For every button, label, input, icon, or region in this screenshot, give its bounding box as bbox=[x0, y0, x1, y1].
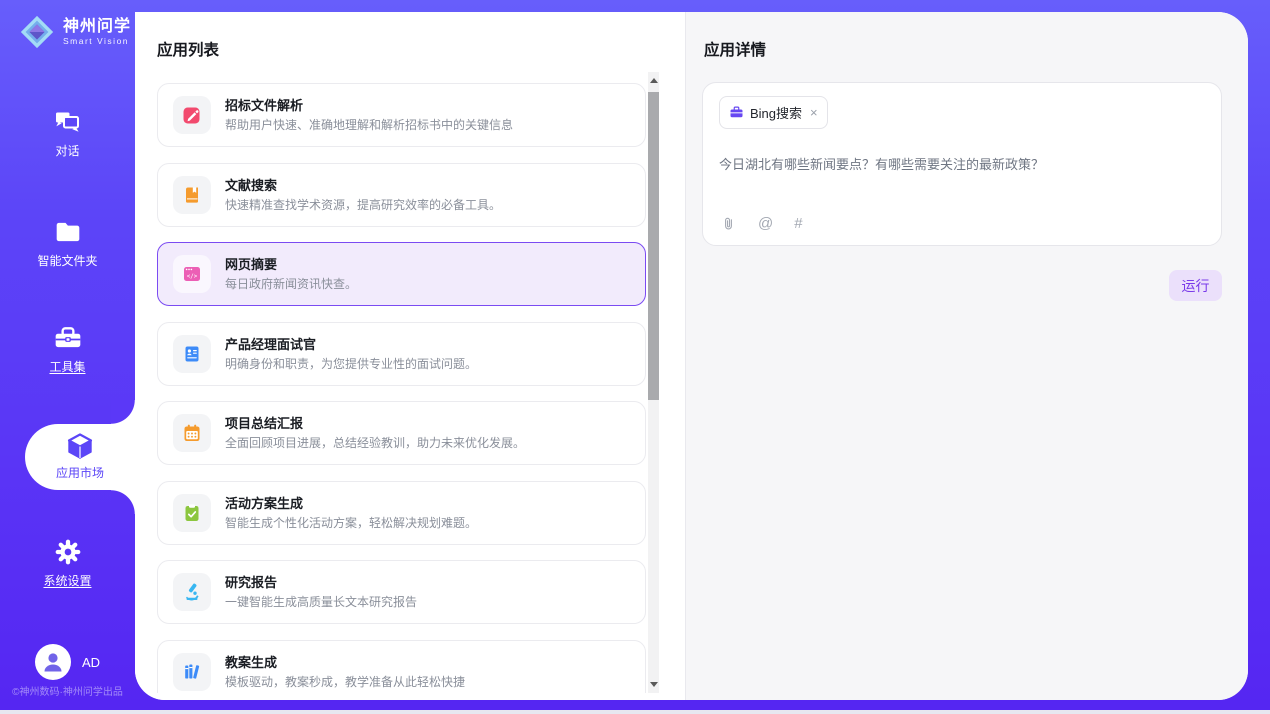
close-icon[interactable]: × bbox=[810, 108, 818, 118]
app-list-title: 应用列表 bbox=[157, 38, 219, 60]
sidebar-item-label: 对话 bbox=[0, 142, 135, 159]
app-list-panel: 应用列表 招标文件解析 帮助用户快速、准确地理解和解析招标书中的关键信息 bbox=[135, 12, 686, 700]
sidebar-item-label: 智能文件夹 bbox=[0, 252, 135, 269]
app-name: 教案生成 bbox=[225, 655, 465, 670]
app-name: 项目总结汇报 bbox=[225, 416, 525, 431]
avatar bbox=[35, 644, 71, 680]
svg-text:</>: </> bbox=[187, 274, 198, 280]
app-desc: 帮助用户快速、准确地理解和解析招标书中的关键信息 bbox=[225, 118, 513, 132]
app-name: 网页摘要 bbox=[225, 257, 357, 272]
brand-logo: 神州问学 Smart Vision bbox=[18, 13, 131, 51]
app-card-bid-analysis[interactable]: 招标文件解析 帮助用户快速、准确地理解和解析招标书中的关键信息 bbox=[157, 83, 646, 147]
scrollbar-thumb[interactable] bbox=[648, 92, 659, 400]
resume-icon bbox=[173, 335, 211, 373]
app-detail-title: 应用详情 bbox=[704, 38, 766, 60]
app-card-event-plan[interactable]: 活动方案生成 智能生成个性化活动方案，轻松解决规划难题。 bbox=[157, 481, 646, 545]
briefcase-icon bbox=[729, 105, 744, 120]
app-desc: 模板驱动，教案秒成，教学准备从此轻松快捷 bbox=[225, 675, 465, 689]
app-list: 招标文件解析 帮助用户快速、准确地理解和解析招标书中的关键信息 bbox=[157, 72, 646, 693]
sidebar-item-app-market[interactable]: 应用市场 bbox=[25, 424, 135, 490]
app-card-web-summary[interactable]: </> 网页摘要 每日政府新闻资讯快查。 bbox=[157, 242, 646, 306]
app-name: 招标文件解析 bbox=[225, 98, 513, 113]
mention-icon[interactable]: @ bbox=[758, 216, 773, 232]
sidebar-item-label: 系统设置 bbox=[0, 572, 135, 589]
gear-icon bbox=[53, 538, 83, 566]
chat-icon bbox=[53, 108, 83, 136]
main-content: 应用列表 招标文件解析 帮助用户快速、准确地理解和解析招标书中的关键信息 bbox=[135, 12, 1248, 700]
app-card-literature-search[interactable]: 文献搜索 快速精准查找学术资源，提高研究效率的必备工具。 bbox=[157, 163, 646, 227]
clipboard-check-icon bbox=[173, 494, 211, 532]
app-desc: 快速精准查找学术资源，提高研究效率的必备工具。 bbox=[225, 198, 501, 212]
scrollbar-up-arrow[interactable] bbox=[648, 74, 659, 88]
prompt-input[interactable]: 今日湖北有哪些新闻要点？有哪些需要关注的最新政策？ bbox=[719, 154, 1205, 173]
app-desc: 智能生成个性化活动方案，轻松解决规划难题。 bbox=[225, 516, 477, 530]
person-icon bbox=[35, 644, 71, 680]
app-desc: 明确身份和职责，为您提供专业性的面试问题。 bbox=[225, 357, 477, 371]
books-icon bbox=[173, 653, 211, 691]
logo-diamond-icon bbox=[18, 13, 56, 51]
sidebar-item-label: 工具集 bbox=[0, 358, 135, 375]
app-name: 产品经理面试官 bbox=[225, 337, 477, 352]
run-button[interactable]: 运行 bbox=[1169, 270, 1222, 301]
app-card-pm-interviewer[interactable]: 产品经理面试官 明确身份和职责，为您提供专业性的面试问题。 bbox=[157, 322, 646, 386]
tool-chip-bing-search[interactable]: Bing搜索 × bbox=[719, 96, 828, 129]
browser-code-icon: </> bbox=[173, 255, 211, 293]
app-detail-panel: 应用详情 Bing搜索 × 今日湖北有哪些新闻要点？有哪些需要关注的最新政策？ bbox=[686, 12, 1248, 700]
scrollbar-track[interactable] bbox=[648, 72, 659, 693]
app-desc: 每日政府新闻资讯快查。 bbox=[225, 277, 357, 291]
input-toolbar: @ # bbox=[720, 215, 803, 233]
user-account[interactable]: AD bbox=[0, 644, 135, 680]
user-name: AD bbox=[82, 655, 100, 670]
sidebar-item-label: 应用市场 bbox=[56, 466, 104, 480]
pen-edit-icon bbox=[173, 96, 211, 134]
brand-subtitle: Smart Vision bbox=[63, 36, 131, 46]
app-window: 神州问学 Smart Vision 对话 智能文件夹 bbox=[0, 0, 1270, 714]
app-desc: 全面回顾项目进展，总结经验教训，助力未来优化发展。 bbox=[225, 436, 525, 450]
app-card-lesson-plan[interactable]: 教案生成 模板驱动，教案秒成，教学准备从此轻松快捷 bbox=[157, 640, 646, 694]
hash-icon[interactable]: # bbox=[794, 216, 802, 232]
app-name: 研究报告 bbox=[225, 575, 417, 590]
sidebar-item-chat[interactable]: 对话 bbox=[0, 108, 135, 159]
brand-name: 神州问学 bbox=[63, 18, 131, 36]
toolbox-icon bbox=[53, 324, 83, 352]
app-card-project-report[interactable]: 项目总结汇报 全面回顾项目进展，总结经验教训，助力未来优化发展。 bbox=[157, 401, 646, 465]
cube-icon bbox=[64, 431, 96, 461]
calendar-icon bbox=[173, 414, 211, 452]
copyright-footer: ©神州数码·神州问学出品 bbox=[0, 683, 135, 698]
sidebar-item-smart-folder[interactable]: 智能文件夹 bbox=[0, 218, 135, 269]
sidebar-item-settings[interactable]: 系统设置 bbox=[0, 538, 135, 589]
sidebar-item-toolset[interactable]: 工具集 bbox=[0, 324, 135, 375]
microscope-icon bbox=[173, 573, 211, 611]
folder-icon bbox=[53, 218, 83, 246]
app-desc: 一键智能生成高质量长文本研究报告 bbox=[225, 595, 417, 609]
prompt-card: Bing搜索 × 今日湖北有哪些新闻要点？有哪些需要关注的最新政策？ @ # bbox=[702, 82, 1222, 246]
app-card-research-report[interactable]: 研究报告 一键智能生成高质量长文本研究报告 bbox=[157, 560, 646, 624]
scrollbar-down-arrow[interactable] bbox=[648, 677, 659, 691]
app-name: 文献搜索 bbox=[225, 178, 501, 193]
attachment-icon[interactable] bbox=[720, 215, 737, 233]
app-name: 活动方案生成 bbox=[225, 496, 477, 511]
tool-chip-label: Bing搜索 bbox=[750, 103, 802, 122]
book-icon bbox=[173, 176, 211, 214]
